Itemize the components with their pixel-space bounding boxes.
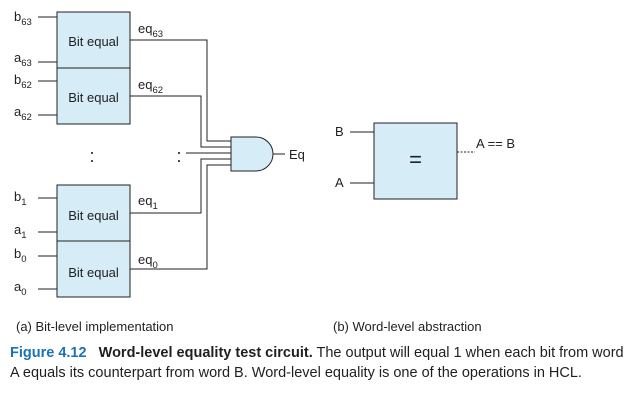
figure-label: Figure 4.12 (10, 345, 87, 361)
input-label-a63: a63 (14, 50, 32, 69)
figure-title: Word-level equality test circuit. (98, 345, 313, 361)
output-label-eq0: eq0 (138, 252, 158, 271)
input-label-a1: a1 (14, 222, 27, 241)
subcaption-word-level: (b) Word-level abstraction (333, 319, 482, 334)
output-label: A == B (476, 136, 515, 151)
and-gate (230, 136, 274, 172)
figure-caption: Figure 4.12 Word-level equality test cir… (10, 343, 630, 383)
word-level-block: = B A A == B (335, 122, 515, 200)
input-label-A: A (335, 175, 344, 190)
input-label-b62: b62 (14, 72, 32, 91)
page: { "bit_blocks": [ {"b_base": "b", "b_sub… (0, 0, 639, 415)
wire-eq62 (130, 95, 231, 148)
input-label-b0: b0 (14, 246, 27, 265)
bit-equal-label: Bit equal (68, 90, 119, 105)
input-label-a62: a62 (14, 104, 32, 123)
word-equal-symbol: = (409, 147, 422, 172)
output-label-eq62: eq62 (138, 77, 163, 96)
input-label-b1: b1 (14, 189, 27, 208)
output-label-eq63: eq63 (138, 21, 163, 40)
input-label-b63: b63 (14, 9, 32, 28)
input-label-B: B (335, 124, 344, 139)
bit-equal-label: Bit equal (68, 208, 119, 223)
equality-circuit-diagram: Bit equal b63 a63 eq63 Bit equal b62 a62… (14, 9, 515, 298)
ellipsis-blocks: : (89, 146, 94, 166)
and-output-label: Eq (289, 147, 305, 162)
input-label-a0: a0 (14, 279, 27, 298)
bit-equal-block-63: Bit equal b63 a63 eq63 (14, 9, 163, 69)
bit-equal-label: Bit equal (68, 34, 119, 49)
bit-equal-label: Bit equal (68, 265, 119, 280)
subcaption-bit-level: (a) Bit-level implementation (16, 319, 174, 334)
output-label-eq1: eq1 (138, 193, 158, 212)
ellipsis-wires: : (176, 146, 181, 166)
